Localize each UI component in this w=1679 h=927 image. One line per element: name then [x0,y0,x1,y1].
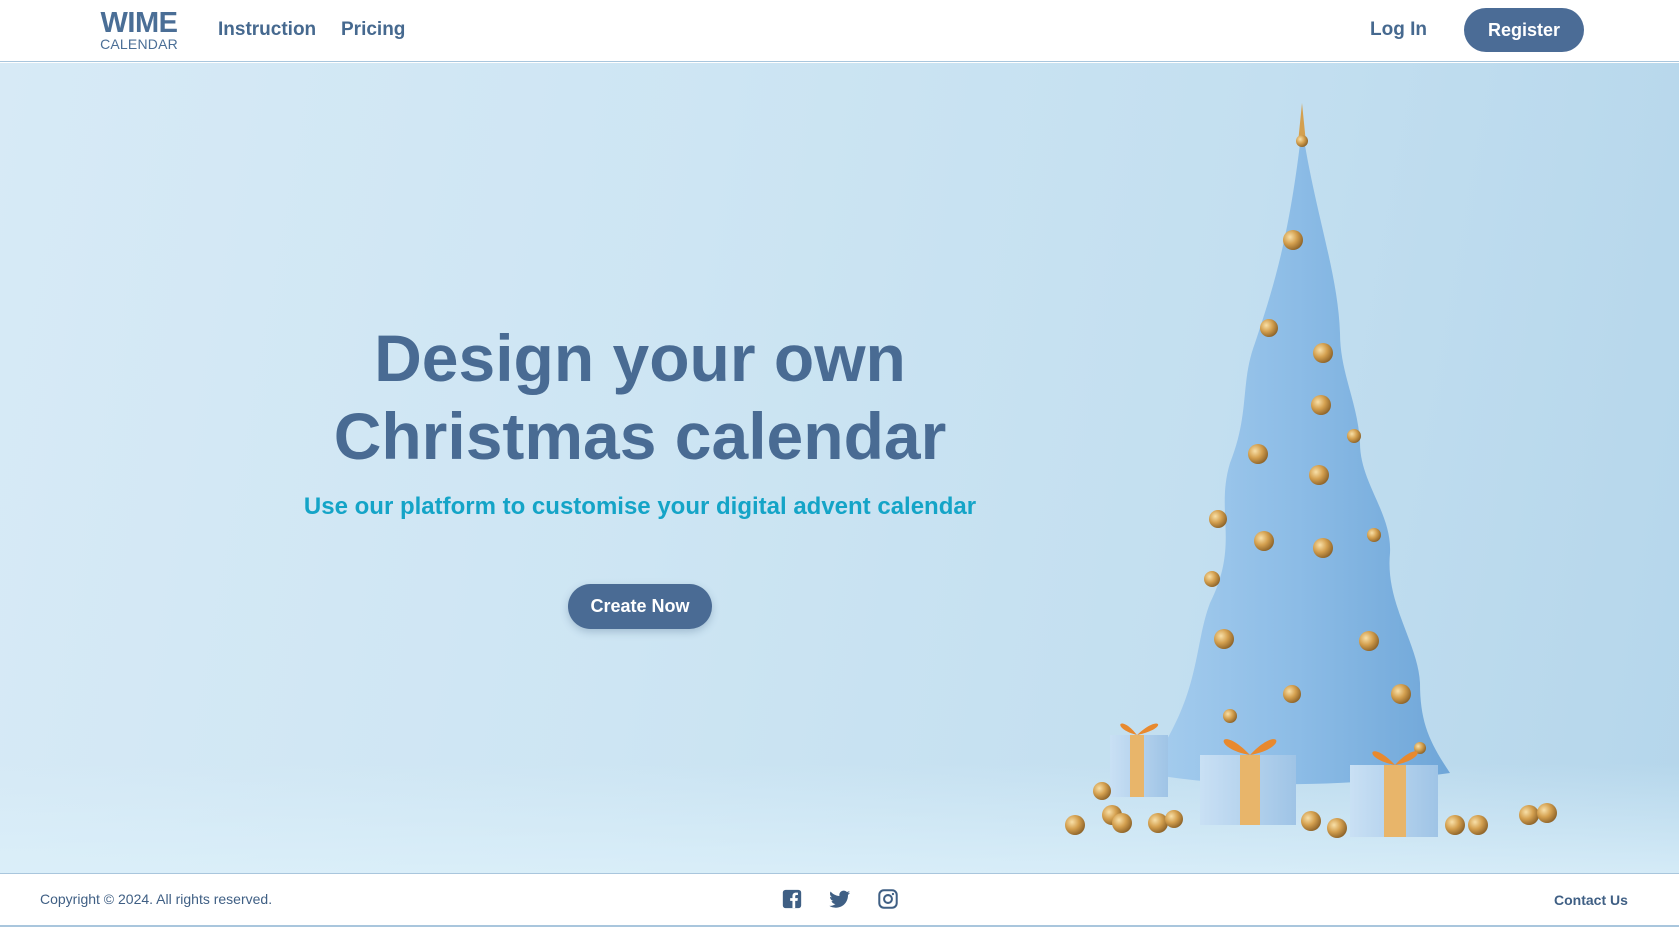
nav-instruction[interactable]: Instruction [218,19,316,41]
site-footer: Copyright © 2024. All rights reserved. C… [0,873,1679,927]
site-header: WIME CALENDAR Instruction Pricing Log In… [0,0,1679,62]
contact-us-link[interactable]: Contact Us [1554,892,1628,908]
login-link[interactable]: Log In [1370,19,1427,41]
register-button[interactable]: Register [1464,8,1584,52]
hero-title: Design your own Christmas calendar [240,319,1040,475]
logo-subtitle: CALENDAR [100,36,178,52]
christmas-tree-illustration [1065,103,1557,838]
hero-subtitle: Use our platform to customise your digit… [303,493,977,520]
hero-title-line-1: Design your own [374,321,906,395]
nav-pricing[interactable]: Pricing [341,19,405,41]
twitter-icon[interactable] [829,888,851,910]
create-now-button[interactable]: Create Now [568,584,712,629]
tree-top-ball [1296,135,1308,147]
instagram-icon[interactable] [877,888,899,910]
gift-left [1110,723,1168,797]
copyright-text: Copyright © 2024. All rights reserved. [40,891,273,907]
hero-section: Design your own Christmas calendar Use o… [0,63,1679,873]
logo-wordmark: WIME [100,7,178,39]
facebook-icon[interactable] [781,888,803,910]
logo[interactable]: WIME CALENDAR [96,7,182,52]
hero-title-line-2: Christmas calendar [333,399,947,473]
